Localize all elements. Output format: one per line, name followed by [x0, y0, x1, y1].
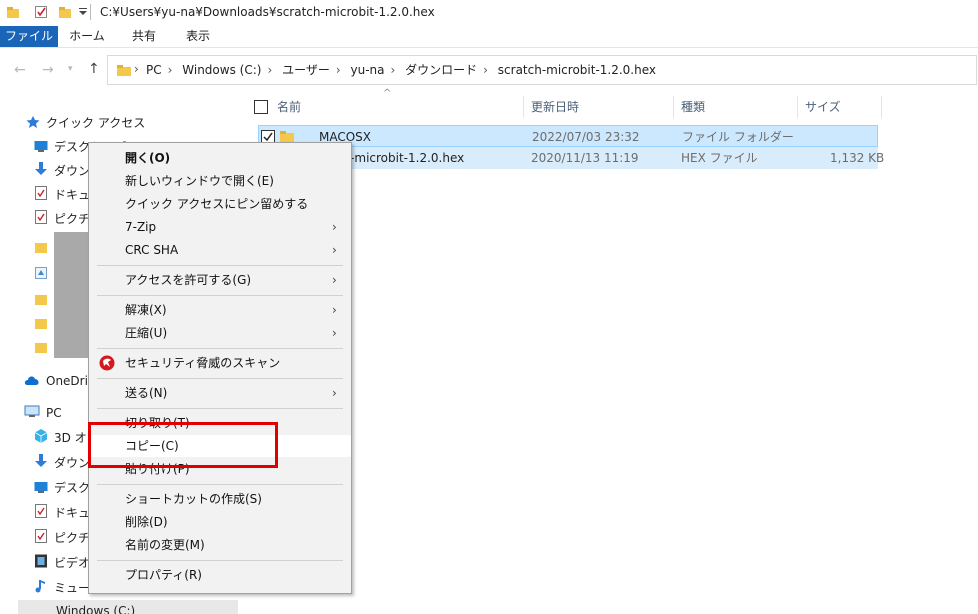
download-arrow-icon — [34, 453, 48, 467]
folder-icon[interactable] — [58, 5, 72, 19]
menu-item-pin-quick-access[interactable]: クイック アクセスにピン留めする — [89, 193, 351, 215]
context-menu: 開く(O) 新しいウィンドウで開く(E) クイック アクセスにピン留めする 7-… — [88, 142, 352, 594]
select-all-checkbox[interactable] — [254, 100, 268, 117]
file-type: ファイル フォルダー — [682, 130, 794, 144]
recycle-icon[interactable] — [34, 266, 48, 283]
picture-icon — [34, 528, 48, 543]
menu-item-open-new-window[interactable]: 新しいウィンドウで開く(E) — [89, 170, 351, 192]
tab-home[interactable]: ホーム — [62, 26, 112, 47]
file-size: 1,132 KB — [830, 151, 885, 165]
title-bar: C:¥Users¥yu-na¥Downloads¥scratch-microbi… — [0, 0, 978, 26]
document-icon — [34, 185, 48, 200]
window-title-path: C:¥Users¥yu-na¥Downloads¥scratch-microbi… — [100, 5, 435, 19]
file-type: HEX ファイル — [681, 151, 758, 165]
menu-item-rename[interactable]: 名前の変更(M) — [89, 534, 351, 556]
security-shield-icon — [99, 355, 115, 378]
sidebar-item-drive-c[interactable]: Windows (C:) — [18, 600, 238, 614]
video-icon — [34, 553, 48, 568]
sidebar-item-quick-access[interactable]: クイック アクセス — [26, 112, 145, 134]
column-header-modified[interactable]: 更新日時 — [531, 96, 579, 118]
menu-item-security-scan[interactable]: セキュリティ脅威のスキャン — [89, 352, 351, 374]
desktop-icon — [34, 137, 48, 152]
title-separator — [90, 4, 91, 20]
ribbon-tabs: ファイル ホーム 共有 表示 — [0, 26, 978, 48]
menu-item-delete[interactable]: 削除(D) — [89, 511, 351, 533]
breadcrumb-yu-na[interactable]: yu-na — [350, 63, 384, 77]
folder-icon[interactable] — [34, 340, 48, 357]
menu-item-7zip[interactable]: 7-Zip › — [89, 216, 351, 238]
column-header-name[interactable]: 名前 — [277, 96, 301, 118]
menu-item-extract[interactable]: 解凍(X) › — [89, 299, 351, 321]
folder-icon — [116, 63, 132, 80]
menu-separator — [97, 378, 343, 379]
sidebar-item-pc[interactable]: PC — [24, 402, 62, 424]
chevron-right-icon: › — [332, 386, 337, 400]
chevron-right-icon: › — [134, 62, 139, 76]
back-arrow-icon[interactable]: ← — [14, 62, 26, 78]
document-icon — [34, 503, 48, 518]
menu-separator — [97, 265, 343, 266]
tab-view[interactable]: 表示 — [174, 26, 222, 47]
column-divider — [881, 96, 882, 118]
chevron-right-icon: › — [332, 326, 337, 340]
folder-icon[interactable] — [34, 292, 48, 309]
star-icon — [26, 113, 40, 128]
column-divider — [673, 96, 674, 118]
tab-share[interactable]: 共有 — [120, 26, 168, 47]
tab-file[interactable]: ファイル — [0, 26, 58, 47]
cube-icon — [34, 428, 48, 443]
forward-arrow-icon[interactable]: → — [42, 62, 54, 78]
menu-item-create-shortcut[interactable]: ショートカットの作成(S) — [89, 488, 351, 510]
checkbox-icon[interactable] — [34, 5, 48, 19]
breadcrumb-windows-c[interactable]: Windows (C:) — [182, 63, 261, 77]
cloud-icon — [24, 371, 40, 385]
folder-icon[interactable] — [6, 5, 20, 19]
menu-item-grant-access[interactable]: アクセスを許可する(G) › — [89, 269, 351, 291]
sidebar-item-pc-videos[interactable]: ビデオ — [34, 552, 90, 574]
desktop-icon — [34, 478, 48, 493]
menu-item-crc-sha[interactable]: CRC SHA › — [89, 239, 351, 261]
column-header-size[interactable]: サイズ — [805, 96, 841, 118]
folder-icon[interactable] — [34, 240, 48, 257]
file-date: 2020/11/13 11:19 — [531, 151, 639, 165]
breadcrumb-downloads[interactable]: ダウンロード — [405, 63, 477, 77]
download-arrow-icon — [34, 161, 48, 175]
breadcrumb-users[interactable]: ユーザー — [282, 63, 330, 77]
file-date: 2022/07/03 23:32 — [532, 130, 640, 144]
chevron-right-icon: › — [332, 303, 337, 317]
folder-icon[interactable] — [34, 316, 48, 333]
breadcrumb-pc[interactable]: PC — [146, 63, 162, 77]
highlight-box — [88, 422, 278, 468]
sort-caret-icon: ^ — [383, 88, 392, 99]
recent-chevron-icon[interactable]: ▾ — [68, 64, 73, 74]
menu-separator — [97, 295, 343, 296]
menu-item-open[interactable]: 開く(O) — [89, 147, 351, 169]
menu-separator — [97, 484, 343, 485]
picture-icon — [34, 209, 48, 224]
breadcrumb: PC › Windows (C:) › ユーザー › yu-na › ダウンロード › s… — [146, 63, 657, 77]
obscured-region — [54, 232, 90, 358]
column-header-type[interactable]: 種類 — [681, 96, 705, 118]
chevron-right-icon: › — [332, 273, 337, 287]
menu-separator — [97, 408, 343, 409]
chevron-right-icon: › — [332, 243, 337, 257]
menu-separator — [97, 348, 343, 349]
column-divider — [523, 96, 524, 118]
computer-icon — [24, 403, 40, 417]
music-note-icon — [34, 578, 48, 593]
column-divider — [797, 96, 798, 118]
up-arrow-icon[interactable]: ↑ — [88, 61, 100, 77]
address-bar[interactable]: › PC › Windows (C:) › ユーザー › yu-na › ダウンロード ›… — [107, 55, 977, 85]
breadcrumb-file[interactable]: scratch-microbit-1.2.0.hex — [498, 63, 656, 77]
chevron-right-icon: › — [332, 220, 337, 234]
menu-separator — [97, 560, 343, 561]
menu-item-send-to[interactable]: 送る(N) › — [89, 382, 351, 404]
menu-item-compress[interactable]: 圧縮(U) › — [89, 322, 351, 344]
menu-item-properties[interactable]: プロパティ(R) — [89, 564, 351, 586]
